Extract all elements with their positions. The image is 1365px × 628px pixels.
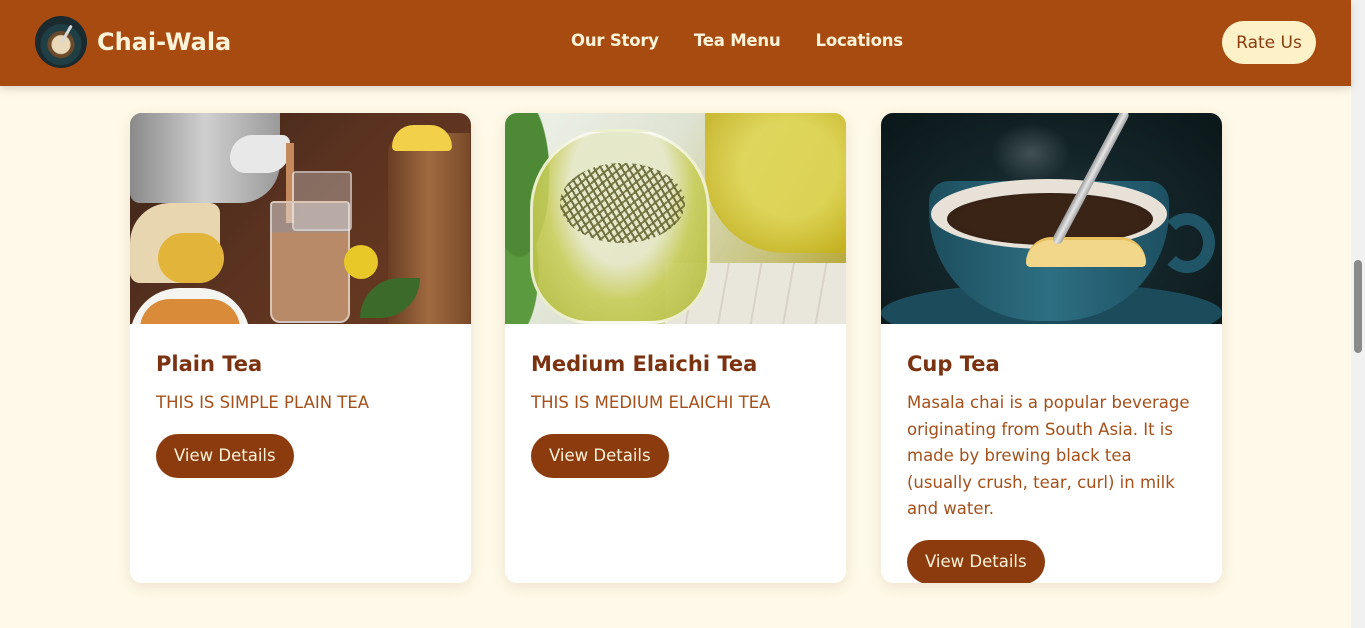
view-details-button[interactable]: View Details: [531, 433, 669, 478]
rate-us-button[interactable]: Rate Us: [1222, 21, 1316, 64]
tea-card-elaichi: Medium Elaichi Tea THIS IS MEDIUM ELAICH…: [505, 113, 846, 583]
tea-card-cup: Cup Tea Masala chai is a popular beverag…: [881, 113, 1222, 583]
scrollbar-thumb[interactable]: [1354, 260, 1362, 353]
elaichi-tea-image: [505, 113, 846, 324]
chai-cup-logo-icon: [35, 16, 87, 68]
card-title: Cup Tea: [907, 352, 1000, 376]
brand[interactable]: Chai-Wala: [35, 16, 231, 68]
brand-name: Chai-Wala: [97, 28, 232, 56]
card-title: Medium Elaichi Tea: [531, 352, 758, 376]
cup-tea-image: [881, 113, 1222, 324]
card-description: Masala chai is a popular beverage origin…: [907, 393, 1190, 518]
tea-card-plain: Plain Tea THIS IS SIMPLE PLAIN TEA View …: [130, 113, 471, 583]
nav-link-locations[interactable]: Locations: [816, 31, 904, 50]
plain-tea-image: [130, 113, 471, 324]
navbar: Chai-Wala Our Story Tea Menu Locations R…: [0, 0, 1351, 86]
nav-link-tea-menu[interactable]: Tea Menu: [694, 31, 781, 50]
view-details-button[interactable]: View Details: [907, 539, 1045, 583]
nav-link-our-story[interactable]: Our Story: [571, 31, 659, 50]
page-scrollbar[interactable]: [1351, 0, 1365, 628]
view-details-button[interactable]: View Details: [156, 433, 294, 478]
card-description: THIS IS MEDIUM ELAICHI TEA: [531, 393, 771, 412]
card-title: Plain Tea: [156, 352, 263, 376]
main-nav: Our Story Tea Menu Locations: [571, 31, 938, 50]
card-description: THIS IS SIMPLE PLAIN TEA: [156, 393, 370, 412]
